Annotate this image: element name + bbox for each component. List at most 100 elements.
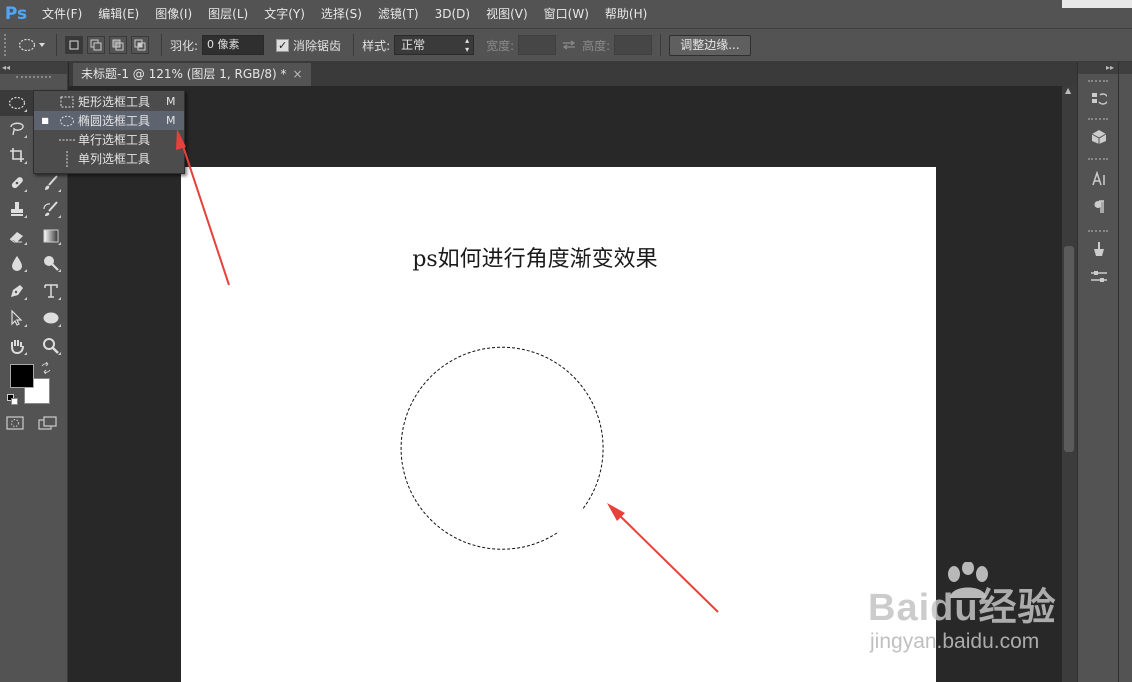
type-tool[interactable] xyxy=(34,278,68,304)
history-panel-icon[interactable] xyxy=(1078,86,1119,112)
antialias-label: 消除锯齿 xyxy=(293,38,342,53)
3d-panel-icon[interactable] xyxy=(1078,124,1119,150)
path-selection-tool[interactable] xyxy=(0,305,34,331)
panel-dock-collapsed xyxy=(1118,62,1132,682)
scrollbar-thumb[interactable] xyxy=(1064,246,1074,452)
width-label: 宽度: xyxy=(486,38,515,53)
flyout-item-single-column-marquee[interactable]: 单列选框工具 xyxy=(34,149,184,168)
width-input[interactable] xyxy=(518,35,557,55)
style-label: 样式: xyxy=(362,38,391,53)
flyout-item-label: 椭圆选框工具 xyxy=(78,114,151,128)
add-selection-icon xyxy=(90,39,102,51)
selected-bullet-icon: ■ xyxy=(41,116,49,125)
flyout-item-shortcut: M xyxy=(166,95,176,108)
intersect-selection-button[interactable] xyxy=(131,36,149,54)
window-controls xyxy=(1062,0,1132,8)
height-input[interactable] xyxy=(614,35,653,55)
collapse-dock-icon[interactable]: ▸▸ xyxy=(1078,62,1118,74)
menu-3d[interactable]: 3D(D) xyxy=(427,0,478,28)
feather-label: 羽化: xyxy=(170,38,199,53)
menu-edit[interactable]: 编辑(E) xyxy=(90,0,147,28)
new-selection-button[interactable] xyxy=(65,36,83,54)
eraser-tool[interactable] xyxy=(0,223,34,249)
flyout-item-label: 矩形选框工具 xyxy=(78,95,151,109)
swap-colors-icon[interactable] xyxy=(40,361,52,377)
document-tab[interactable]: 未标题-1 @ 121% (图层 1, RGB/8) * × xyxy=(73,63,311,86)
bandage-icon xyxy=(11,177,23,189)
menu-window[interactable]: 窗口(W) xyxy=(536,0,597,28)
subtract-selection-icon xyxy=(112,39,124,51)
history-brush-icon xyxy=(43,201,58,216)
menu-layer[interactable]: 图层(L) xyxy=(200,0,256,28)
screen-mode-icon[interactable] xyxy=(38,416,58,435)
hand-tool[interactable] xyxy=(0,333,34,359)
menu-filter[interactable]: 滤镜(T) xyxy=(370,0,427,28)
crop-icon xyxy=(10,148,24,162)
document-tab-title: 未标题-1 @ 121% (图层 1, RGB/8) * xyxy=(81,67,287,81)
dodge-icon xyxy=(44,256,59,271)
ellipse-shape-tool[interactable] xyxy=(34,305,68,331)
menu-select[interactable]: 选择(S) xyxy=(313,0,370,28)
menu-type[interactable]: 文字(Y) xyxy=(256,0,313,28)
elliptical-marquee-icon xyxy=(18,38,36,52)
flyout-item-label: 单列选框工具 xyxy=(78,152,151,166)
droplet-icon xyxy=(12,256,22,271)
flyout-item-single-row-marquee[interactable]: 单行选框工具 xyxy=(34,130,184,149)
quick-mask-icon[interactable] xyxy=(6,416,24,433)
baidu-jingyan-watermark: Baidu经验 jingyan.baidu.com xyxy=(862,556,1082,666)
antialias-checkbox[interactable]: ✓ xyxy=(276,38,290,52)
brush-presets-icon[interactable] xyxy=(1078,236,1119,262)
canvas-text-layer: ps如何进行角度渐变效果 xyxy=(412,247,658,272)
pen-tool[interactable] xyxy=(0,278,34,304)
magnifier-icon xyxy=(43,338,59,354)
paragraph-panel-icon[interactable] xyxy=(1078,194,1119,220)
brush-settings-icon[interactable] xyxy=(1078,264,1119,290)
character-panel-icon[interactable] xyxy=(1078,166,1119,192)
feather-input[interactable]: 0 像素 xyxy=(202,35,265,55)
zoom-tool[interactable] xyxy=(34,333,68,359)
photoshop-logo: Ps xyxy=(4,4,28,24)
tools-grip[interactable] xyxy=(16,76,51,84)
menu-bar: Ps 文件(F) 编辑(E) 图像(I) 图层(L) 文字(Y) 选择(S) 滤… xyxy=(0,0,1132,28)
document-tab-bar: 未标题-1 @ 121% (图层 1, RGB/8) * × xyxy=(69,62,1077,86)
style-select[interactable]: 正常 ▴ ▾ xyxy=(394,35,475,55)
flyout-item-elliptical-marquee[interactable]: ■ 椭圆选框工具 M xyxy=(34,111,184,130)
hand-icon xyxy=(11,340,24,355)
chevron-down-icon xyxy=(39,43,45,47)
subtract-selection-button[interactable] xyxy=(109,36,127,54)
collapse-tools-icon[interactable]: ◂◂ xyxy=(0,62,67,74)
lasso-tool[interactable] xyxy=(0,116,34,142)
elliptical-marquee-tool[interactable] xyxy=(0,90,34,116)
spot-healing-tool[interactable] xyxy=(0,170,34,196)
document-canvas[interactable]: ps如何进行角度渐变效果 xyxy=(181,167,936,682)
foreground-color-swatch[interactable] xyxy=(10,364,34,388)
history-brush-tool[interactable] xyxy=(34,196,68,222)
menu-view[interactable]: 视图(V) xyxy=(478,0,536,28)
tool-preset-picker[interactable] xyxy=(18,34,48,56)
menu-file[interactable]: 文件(F) xyxy=(32,0,90,28)
close-tab-icon[interactable]: × xyxy=(293,67,303,81)
stamp-icon xyxy=(11,202,23,216)
menu-image[interactable]: 图像(I) xyxy=(147,0,200,28)
options-grip[interactable] xyxy=(4,34,12,56)
crop-tool[interactable] xyxy=(0,142,34,168)
dodge-tool[interactable] xyxy=(34,250,68,276)
default-colors-icon[interactable] xyxy=(7,394,19,409)
scroll-up-icon[interactable]: ▲ xyxy=(1065,86,1071,95)
single-row-marquee-icon xyxy=(56,137,78,143)
options-bar: 羽化: 0 像素 ✓ 消除锯齿 样式: 正常 ▴ ▾ 宽度: 高度: 调整边缘..… xyxy=(0,28,1132,62)
rect-marquee-icon xyxy=(56,96,78,108)
lasso-icon xyxy=(10,122,24,136)
menu-help[interactable]: 帮助(H) xyxy=(597,0,655,28)
refine-edge-button[interactable]: 调整边缘... xyxy=(669,34,751,56)
swap-dimensions-icon[interactable] xyxy=(562,40,576,50)
flyout-item-rect-marquee[interactable]: 矩形选框工具 M xyxy=(34,92,184,111)
add-selection-button[interactable] xyxy=(87,36,105,54)
blur-tool[interactable] xyxy=(0,250,34,276)
main-menu: 文件(F) 编辑(E) 图像(I) 图层(L) 文字(Y) 选择(S) 滤镜(T… xyxy=(32,0,655,28)
panel-dock: ▸▸ xyxy=(1077,62,1118,682)
elliptical-marquee-icon xyxy=(8,96,26,110)
gradient-tool[interactable] xyxy=(34,223,68,249)
clone-stamp-tool[interactable] xyxy=(0,196,34,222)
gradient-icon xyxy=(43,229,59,243)
